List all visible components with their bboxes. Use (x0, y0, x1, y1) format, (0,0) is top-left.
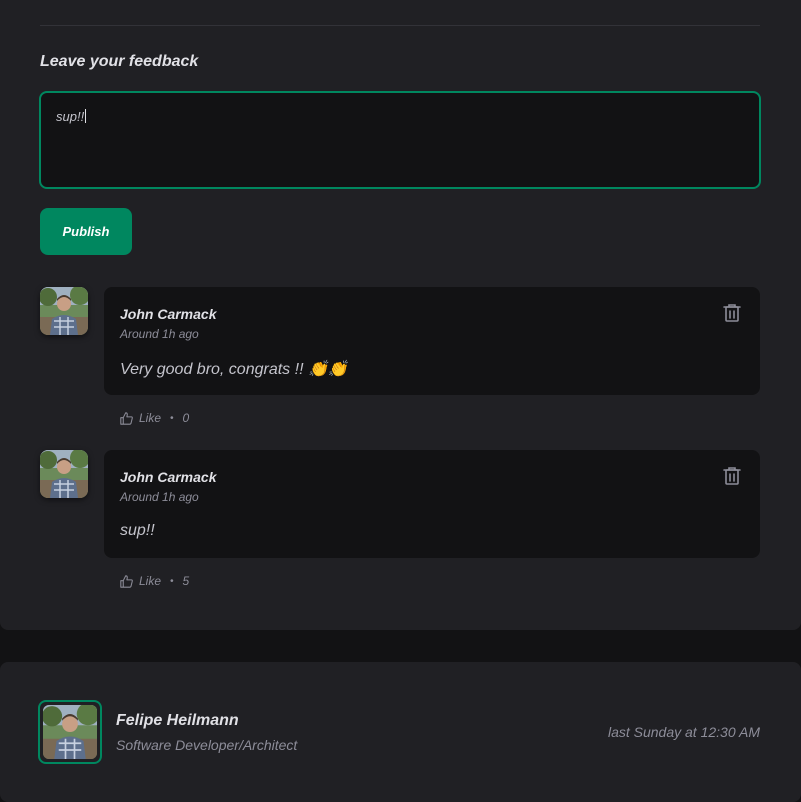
thumbs-up-icon (120, 574, 133, 588)
separator-dot: • (170, 575, 174, 587)
text-caret (85, 109, 87, 123)
trash-icon[interactable] (723, 303, 743, 323)
like-row: Like • 5 (120, 574, 189, 588)
separator-dot: • (170, 412, 174, 424)
like-button[interactable]: Like (120, 574, 161, 588)
thumbs-up-icon (120, 411, 133, 425)
comment-box: John Carmack Around 1h ago sup!! (104, 450, 760, 558)
like-label: Like (139, 411, 162, 425)
comment-author: John Carmack (120, 469, 217, 485)
avatar-photo (43, 705, 97, 759)
feedback-textarea-value: sup!! (56, 109, 85, 124)
author-avatar[interactable] (38, 700, 102, 764)
feedback-title: Leave your feedback (40, 53, 199, 70)
like-row: Like • 0 (120, 411, 189, 425)
like-count: 0 (182, 411, 190, 425)
trash-icon[interactable] (723, 466, 743, 486)
avatar-photo (40, 450, 88, 498)
comment-time: Around 1h ago (120, 490, 199, 504)
post-card: Leave your feedback sup!! Publish John C… (0, 0, 801, 630)
author-name: Felipe Heilmann (116, 712, 239, 729)
comment-box: John Carmack Around 1h ago Very good bro… (104, 287, 760, 395)
comment-content: Very good bro, congrats !! 👏👏 (120, 361, 348, 378)
publish-date: last Sunday at 12:30 AM (607, 724, 760, 740)
like-count: 5 (182, 574, 190, 588)
divider (40, 25, 760, 26)
publish-button[interactable]: Publish (40, 208, 132, 255)
comment-time: Around 1h ago (120, 327, 199, 341)
author-role: Software Developer/Architect (116, 737, 298, 753)
avatar-photo (40, 287, 88, 335)
comment-author: John Carmack (120, 306, 217, 322)
comment-content: sup!! (120, 522, 155, 539)
feedback-textarea[interactable]: sup!! (39, 91, 761, 189)
comment-avatar[interactable] (40, 287, 88, 335)
like-button[interactable]: Like (120, 411, 161, 425)
like-label: Like (139, 574, 162, 588)
comment-avatar[interactable] (40, 450, 88, 498)
post-author-card: Felipe Heilmann Software Developer/Archi… (0, 662, 801, 802)
